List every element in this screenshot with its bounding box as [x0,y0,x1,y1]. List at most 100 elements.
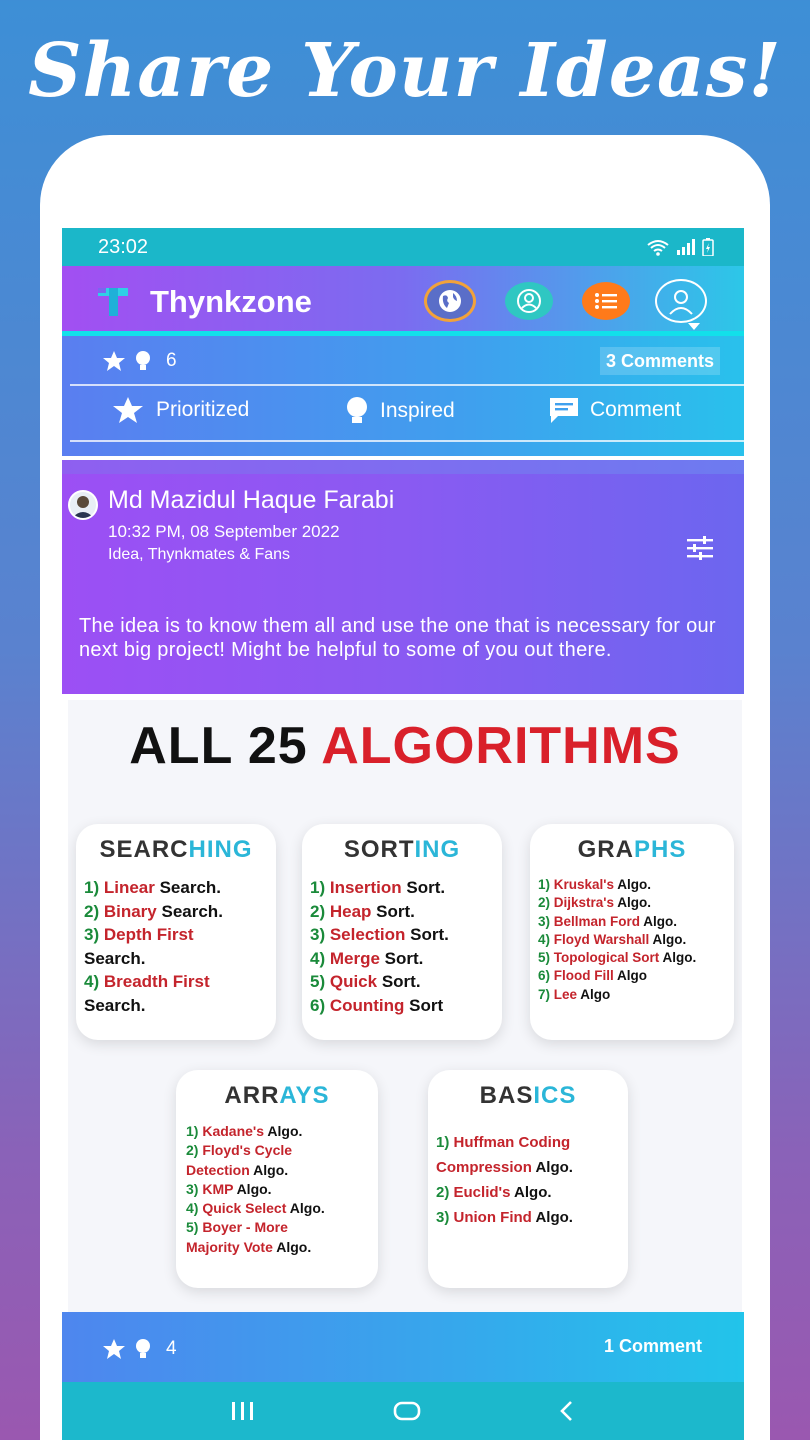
post-image[interactable]: ALL 25 ALGORITHMS SEARCHING 1) Linear Se… [68,700,742,1312]
divider [70,384,744,386]
item-text: Algo. [272,1238,312,1255]
globe-button[interactable] [424,280,476,322]
list-item: 2) Euclid's Algo. [436,1180,573,1205]
item-text: Algo. [249,1161,289,1178]
arrays-box: ARRAYS 1) Kadane's Algo. 2) Floyd's Cycle… [176,1070,378,1288]
image-title: ALL 25 ALGORITHMS [68,716,742,776]
item-highlight: Kruskal's [553,877,615,892]
avatar[interactable] [68,490,98,520]
post-category: Idea, Thynkmates & Fans [108,546,291,563]
item-highlight: Union Find [453,1209,532,1226]
reaction-count: 4 [166,1338,177,1359]
status-icons [646,238,714,256]
list-item: 4) Floyd Warshall Algo. [538,931,696,949]
profile-button[interactable] [655,279,707,323]
item-number: 1) [186,1123,203,1139]
box-heading: BASICS [479,1082,577,1109]
item-highlight: Dijkstra's [553,895,615,911]
previous-post-footer: 6 3 Comments Prioritized Inspired Commen… [62,336,744,456]
chevron-down-icon [688,323,700,330]
item-text: Algo. [640,913,678,929]
box-heading: GRAPHS [577,836,687,863]
profile-icon [669,290,693,315]
bulb-icon [136,351,150,370]
list-item: Search. [84,947,223,971]
list-item: 4) Breadth First [84,970,223,994]
post-author[interactable]: Md Mazidul Haque Farabi [108,486,394,515]
comment-button[interactable]: Comment [548,396,681,424]
bulb-icon [347,397,367,423]
inspired-button[interactable]: Inspired [344,396,455,426]
globe-icon [439,290,461,312]
divider [70,440,744,442]
list-item: 2) Binary Search. [84,900,223,924]
people-icon [517,289,541,313]
list-item: 1) Kruskal's Algo. [538,876,696,894]
back-icon[interactable] [557,1400,577,1422]
box-heading: SORTING [343,836,461,863]
basics-box: BASICS 1) Huffman Coding Compression Algo… [428,1070,628,1288]
comments-count[interactable]: 3 Comments [600,347,720,375]
people-button[interactable] [505,282,553,320]
searching-list: 1) Linear Search. 2) Binary Search. 3) Dep… [84,876,223,1017]
item-highlight: Quick Select [202,1200,287,1217]
list-button[interactable] [582,282,630,320]
comments-count[interactable]: 1 Comment [604,1336,702,1357]
item-text: Search. [84,948,146,968]
list-item: 1) Insertion Sort. [310,876,449,900]
reactions-summary: 6 [102,350,177,372]
item-text: Search. [84,995,146,1015]
item-number: 1) [84,878,104,897]
item-text: Sort. [377,972,421,991]
post-card: Md Mazidul Haque Farabi 10:32 PM, 08 Sep… [62,474,744,694]
prioritized-button[interactable]: Prioritized [112,396,249,424]
list-item: 6) Counting Sort [310,994,449,1018]
item-text: Search. [156,901,223,921]
list-item: Detection Algo. [186,1161,325,1180]
tune-icon[interactable] [686,536,714,560]
item-number: 5) [186,1219,203,1236]
list-item: 2) Dijkstra's Algo. [538,894,696,912]
post-timestamp: 10:32 PM, 08 September 2022 [108,522,340,541]
separator [62,460,744,474]
item-number: 4) [186,1200,203,1217]
home-icon[interactable] [392,1400,422,1422]
sorting-list: 1) Insertion Sort. 2) Heap Sort. 3) Select… [310,876,449,1017]
list-item: 5) Boyer - More [186,1218,325,1237]
list-item: 6) Flood Fill Algo [538,967,696,985]
reaction-count: 6 [166,350,177,371]
reactions-summary: 4 [102,1338,177,1360]
list-item: 3) KMP Algo. [186,1180,325,1199]
item-highlight: Selection [329,925,406,944]
item-number: 3) [436,1209,454,1226]
item-text: Sort. [401,878,446,897]
comment-label: Comment [590,398,682,421]
item-number: 2) [84,901,104,921]
searching-box: SEARCHING 1) Linear Search. 2) Binary Sea… [76,824,276,1040]
item-highlight: Merge [329,948,380,968]
list-item: 1) Kadane's Algo. [186,1122,325,1141]
item-number: 2) [538,895,554,911]
item-highlight: Flood Fill [553,968,614,984]
graphs-list: 1) Kruskal's Algo. 2) Dijkstra's Algo. 3) … [538,876,696,1004]
list-item: 5) Quick Sort. [310,970,449,994]
item-highlight: Binary [103,901,157,921]
wifi-icon [647,240,669,256]
item-number: 2) [310,901,330,921]
item-number: 2) [186,1142,203,1159]
list-icon [595,293,617,309]
item-text: Algo. [659,950,697,966]
image-title-red: ALGORITHMS [321,717,681,775]
item-text: Sort. [379,948,424,968]
item-text: Sort [404,995,444,1015]
item-text: Algo. [531,1209,573,1226]
item-highlight: Compression [436,1159,532,1176]
recents-icon[interactable] [229,1400,257,1422]
item-number: 4) [84,972,104,991]
status-time: 23:02 [98,235,149,258]
box-heading: ARRAYS [224,1082,330,1109]
item-highlight: Floyd Warshall [553,931,650,947]
item-highlight: Bellman Ford [553,913,641,929]
list-item: 4) Quick Select Algo. [186,1199,325,1218]
item-highlight: Counting [329,995,405,1015]
